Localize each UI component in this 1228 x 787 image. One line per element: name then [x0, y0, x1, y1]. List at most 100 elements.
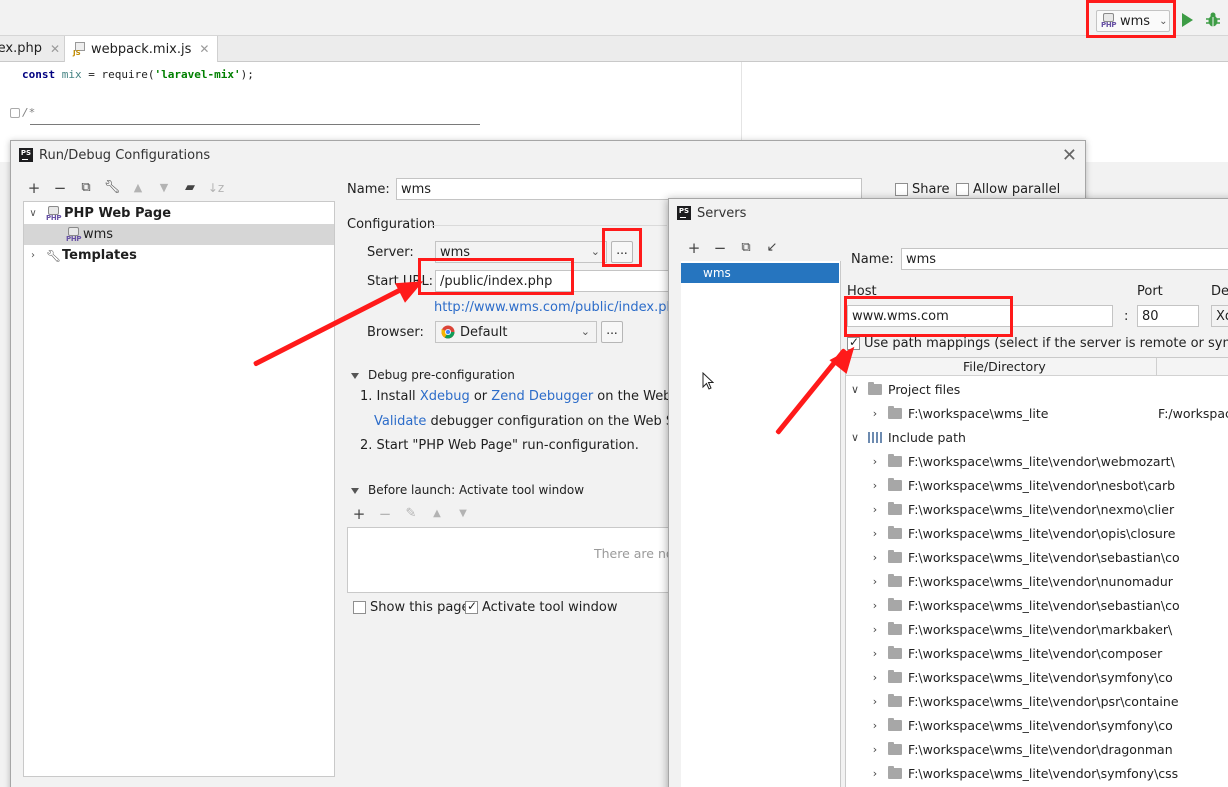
- chevron-right-icon[interactable]: ›: [868, 599, 882, 612]
- chevron-right-icon[interactable]: ›: [868, 479, 882, 492]
- path-mappings-table[interactable]: File/Directory ∨ Project files › F:\work…: [845, 357, 1228, 787]
- row-label: F:\workspace\wms_lite\vendor\dragonman: [908, 741, 1173, 757]
- table-row[interactable]: ∨ Project files: [846, 377, 1228, 401]
- debugger-select[interactable]: Xd: [1211, 305, 1228, 327]
- table-row[interactable]: › F:\workspace\wms_lite\vendor\sebastian\…: [846, 593, 1228, 617]
- chevron-right-icon[interactable]: ›: [868, 743, 882, 756]
- chevron-right-icon[interactable]: ›: [868, 575, 882, 588]
- collapse-triangle-icon[interactable]: [351, 373, 359, 379]
- tab-index-php[interactable]: lex.php ✕: [0, 36, 70, 61]
- server-name-input[interactable]: wms: [901, 248, 1228, 270]
- remove-icon[interactable]: −: [51, 179, 69, 197]
- table-row[interactable]: › F:\workspace\wms_lite\vendor\sebastian\…: [846, 545, 1228, 569]
- close-icon[interactable]: ✕: [50, 42, 60, 56]
- row-label: F:\workspace\wms_lite\vendor\nunomadur: [908, 573, 1173, 589]
- tree-group-label: Templates: [62, 248, 137, 263]
- table-row[interactable]: › F:\workspace\wms_lite\vendor\psr\contai…: [846, 689, 1228, 713]
- chevron-right-icon[interactable]: ›: [26, 250, 40, 261]
- chevron-right-icon[interactable]: ›: [868, 623, 882, 636]
- add-icon[interactable]: +: [25, 179, 43, 197]
- move-down-icon[interactable]: ▼: [155, 179, 173, 197]
- allow-parallel-checkbox[interactable]: [956, 183, 969, 196]
- add-icon[interactable]: +: [350, 505, 368, 523]
- chevron-right-icon[interactable]: ›: [868, 551, 882, 564]
- chevron-right-icon[interactable]: ›: [868, 407, 882, 420]
- table-row[interactable]: › F:\workspace\wms_lite\vendor\symfony\co: [846, 665, 1228, 689]
- show-this-page-label: Show this page: [370, 600, 470, 615]
- chevron-down-icon[interactable]: ∨: [26, 208, 40, 219]
- remote-path-cell[interactable]: F:/workspac: [1158, 406, 1228, 421]
- row-label: F:\workspace\wms_lite\vendor\symfony\co: [908, 717, 1173, 733]
- close-icon[interactable]: ✕: [199, 42, 209, 56]
- table-row[interactable]: › F:\workspace\wms_lite\vendor\nexmo\clie…: [846, 497, 1228, 521]
- copy-icon[interactable]: ⧉: [77, 179, 95, 197]
- chevron-right-icon[interactable]: ›: [868, 671, 882, 684]
- column-separator[interactable]: [1156, 358, 1157, 376]
- zend-debugger-link[interactable]: Zend Debugger: [491, 389, 593, 404]
- port-input[interactable]: 80: [1137, 305, 1199, 327]
- chevron-down-icon[interactable]: ∨: [848, 431, 862, 444]
- debug-step-1: 1. Install Xdebug or Zend Debugger on th…: [360, 389, 698, 404]
- fold-marker-icon[interactable]: [10, 108, 20, 118]
- chevron-right-icon[interactable]: ›: [868, 719, 882, 732]
- table-row[interactable]: › F:\workspace\wms_lite\vendor\webmozart\: [846, 449, 1228, 473]
- share-checkbox[interactable]: [895, 183, 908, 196]
- resolved-url-link[interactable]: http://www.wms.com/public/index.php: [434, 300, 683, 315]
- chevron-right-icon[interactable]: ›: [868, 455, 882, 468]
- chevron-right-icon[interactable]: ›: [868, 695, 882, 708]
- remove-icon[interactable]: −: [711, 239, 729, 257]
- server-list-item[interactable]: wms: [681, 263, 839, 283]
- remove-icon[interactable]: −: [376, 505, 394, 523]
- servers-list[interactable]: wms: [681, 261, 841, 787]
- chevron-right-icon[interactable]: ›: [868, 647, 882, 660]
- sort-icon[interactable]: ↓z: [207, 179, 225, 197]
- table-row[interactable]: ∨ Include path: [846, 425, 1228, 449]
- folder-add-icon[interactable]: ▰: [181, 179, 199, 197]
- browser-select-value: Default: [460, 324, 508, 340]
- collapse-triangle-icon[interactable]: [351, 488, 359, 494]
- tree-item-wms[interactable]: PHP wms: [24, 224, 334, 245]
- move-down-icon[interactable]: ▼: [454, 505, 472, 523]
- folder-icon: [888, 453, 902, 467]
- file-directory-column-header[interactable]: File/Directory: [963, 359, 1046, 374]
- tree-group-templates[interactable]: › 🔧︎ Templates: [24, 245, 137, 266]
- table-row[interactable]: › F:\workspace\wms_lite\vendor\symfony\co: [846, 713, 1228, 737]
- table-row[interactable]: › F:\workspace\wms_lite\vendor\nesbot\car…: [846, 473, 1228, 497]
- copy-icon[interactable]: ⧉: [737, 239, 755, 257]
- table-row[interactable]: › F:\workspace\wms_lite F:/workspac: [846, 401, 1228, 425]
- close-icon[interactable]: ✕: [1062, 145, 1077, 166]
- before-launch-list[interactable]: There are no: [347, 527, 677, 593]
- debug-bug-icon[interactable]: [1206, 12, 1220, 28]
- move-up-icon[interactable]: ▲: [428, 505, 446, 523]
- folder-icon: [888, 645, 902, 659]
- debug-validate-line: Validate debugger configuration on the W…: [374, 414, 704, 429]
- table-row[interactable]: › F:\workspace\wms_lite\vendor\symfony\cs…: [846, 761, 1228, 785]
- chevron-right-icon[interactable]: ›: [868, 527, 882, 540]
- table-row[interactable]: › F:\workspace\wms_lite\vendor\markbaker\: [846, 617, 1228, 641]
- chevron-right-icon[interactable]: ›: [868, 767, 882, 780]
- run-icon[interactable]: [1182, 13, 1193, 27]
- move-up-icon[interactable]: ▲: [129, 179, 147, 197]
- tab-webpack-mix-js[interactable]: JS webpack.mix.js ✕: [64, 36, 219, 62]
- wrench-icon[interactable]: 🔧︎: [103, 179, 121, 197]
- table-row[interactable]: › F:\workspace\wms_lite\vendor\opis\closu…: [846, 521, 1228, 545]
- table-row[interactable]: › F:\workspace\wms_lite\vendor\dragonman: [846, 737, 1228, 761]
- empty-list-text: There are no: [594, 546, 674, 561]
- add-icon[interactable]: +: [685, 239, 703, 257]
- validate-link[interactable]: Validate: [374, 414, 426, 429]
- chevron-down-icon[interactable]: ∨: [848, 383, 862, 396]
- import-icon[interactable]: ↙: [763, 239, 781, 257]
- browser-options-button[interactable]: ...: [601, 321, 623, 343]
- browser-select[interactable]: Default ⌄: [435, 321, 597, 343]
- config-name-input[interactable]: wms: [396, 178, 862, 200]
- activate-tool-window-checkbox[interactable]: [465, 599, 478, 614]
- table-row[interactable]: › F:\workspace\wms_lite\vendor\nunomadur: [846, 569, 1228, 593]
- show-this-page-checkbox[interactable]: [353, 601, 366, 614]
- tree-group-php-web-page[interactable]: ∨ PHP PHP Web Page: [24, 203, 171, 224]
- xdebug-link[interactable]: Xdebug: [420, 389, 470, 404]
- edit-pencil-icon[interactable]: ✎: [402, 505, 420, 523]
- chevron-right-icon[interactable]: ›: [868, 503, 882, 516]
- dialog-title-bar: PS Run/Debug Configurations: [11, 141, 1085, 169]
- table-row[interactable]: › F:\workspace\wms_lite\vendor\composer: [846, 641, 1228, 665]
- configuration-tree[interactable]: ∨ PHP PHP Web Page PHP wms › 🔧︎ Template…: [23, 201, 335, 777]
